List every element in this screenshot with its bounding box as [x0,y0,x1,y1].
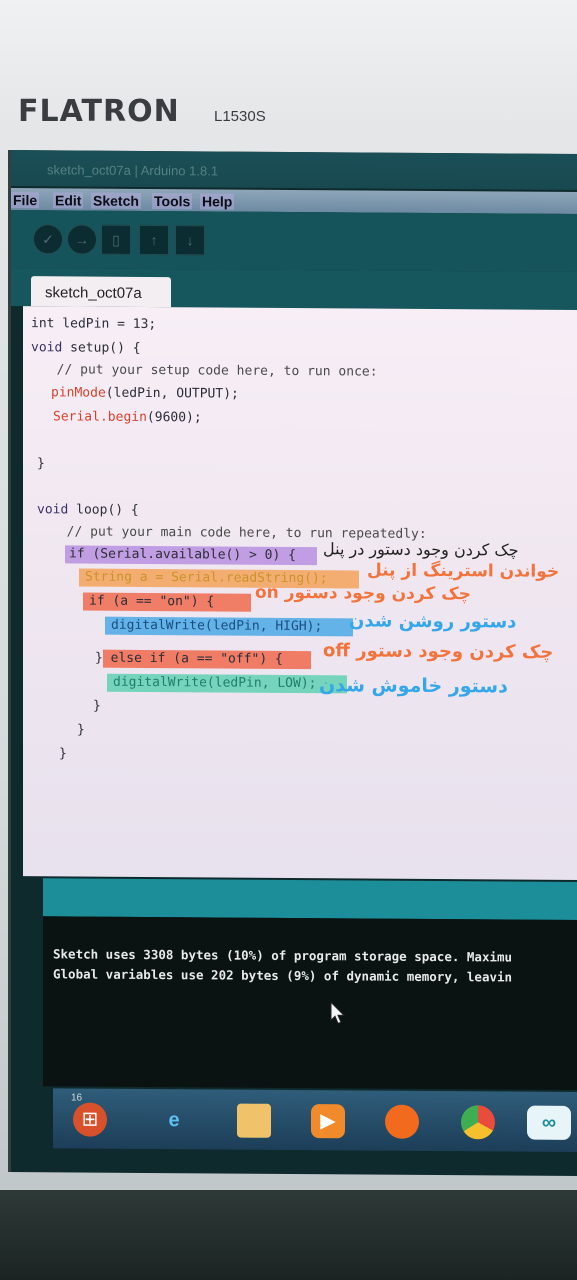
fn-pinmode: pinMode [51,385,106,401]
fn-serial-begin: Serial.begin [53,409,147,425]
chrome-icon[interactable] [461,1105,495,1140]
code-line-15: } [93,698,101,714]
code-line-7: void loop() { [37,502,139,518]
annotation-read-string: خواندن استرینگ از پنل [367,560,560,582]
annotation-check-off: چک کردن وجود دستور off [323,640,554,663]
console-line-2: Global variables use 202 bytes (9%) of d… [53,966,513,985]
code-line-5: Serial.begin(9600); [53,409,202,425]
code-line-17: } [59,746,67,762]
upload-icon[interactable]: → [67,224,97,255]
firefox-icon[interactable] [385,1104,419,1139]
annotation-turn-on: دستور روشن شدن [349,610,517,633]
loop-signature: loop() { [68,502,139,518]
tab-sketch[interactable]: sketch_oct07a [31,276,171,308]
new-icon[interactable]: ▯ [101,224,131,255]
start-icon[interactable]: ⊞ [73,1102,107,1137]
mouse-cursor-icon [330,1001,346,1024]
status-strip [43,878,577,921]
code-line-9: if (Serial.available() > 0) { [69,546,296,564]
keyword-void: void [31,340,63,356]
save-icon[interactable]: ↓ [175,225,205,256]
tab-strip: sketch_oct07a [11,268,577,310]
menu-sketch[interactable]: Sketch [91,192,141,209]
arduino-icon[interactable]: ∞ [527,1105,571,1140]
desk-shadow [0,1190,577,1280]
verify-icon[interactable]: ✓ [33,224,63,255]
taskbar: 16 ⊞ e ▶ ∞ [53,1088,577,1153]
menu-help[interactable]: Help [200,193,235,210]
folder-icon[interactable] [237,1103,271,1138]
code-line-13: } else if (a == "off") { [95,650,283,667]
pinmode-args: (ledPin, OUTPUT); [105,385,239,402]
monitor-screen: sketch_oct07a | Arduino 1.8.1 File Edit … [8,150,577,1176]
media-icon[interactable]: ▶ [311,1104,345,1139]
window-titlebar: sketch_oct07a | Arduino 1.8.1 [11,150,577,190]
code-line-6: } [37,456,45,472]
setup-signature: setup() { [62,340,141,356]
code-line-2: void setup() { [31,340,141,356]
code-line-12: digitalWrite(ledPin, HIGH); [111,617,323,635]
code-line-4: pinMode(ledPin, OUTPUT); [51,385,239,401]
code-line-16: } [77,722,85,738]
annotation-check-command: چک کردن وجود دستور در پنل [323,539,519,560]
menu-tools[interactable]: Tools [152,193,193,210]
ie-icon[interactable]: e [157,1103,191,1137]
open-icon[interactable]: ↑ [139,224,169,256]
menu-edit[interactable]: Edit [53,192,84,209]
console-output: Sketch uses 3308 bytes (10%) of program … [43,916,577,1091]
monitor-model: L1530S [214,108,266,125]
toolbar: ✓ → ▯ ↑ ↓ [11,210,577,272]
annotation-check-on: چک کردن وجود دستور on [255,582,471,605]
console-line-1: Sketch uses 3308 bytes (10%) of program … [53,946,513,965]
serial-begin-args: (9600); [146,409,202,426]
menu-file[interactable]: File [11,192,40,209]
code-line-1: int ledPin = 13; [31,316,157,333]
code-line-14: digitalWrite(ledPin, LOW); [113,674,317,692]
annotation-turn-off: دستور خاموش شدن [319,674,508,698]
code-line-3: // put your setup code here, to run once… [41,362,378,380]
monitor-brand: FLATRON [18,94,180,129]
window-title: sketch_oct07a | Arduino 1.8.1 [47,162,219,179]
keyword-void: void [37,502,69,518]
code-editor[interactable]: int ledPin = 13; void setup() { // put y… [23,306,577,881]
code-line-11: if (a == "on") { [89,593,215,610]
line-number: 16 [71,1092,83,1104]
tab-label: sketch_oct07a [45,284,142,302]
